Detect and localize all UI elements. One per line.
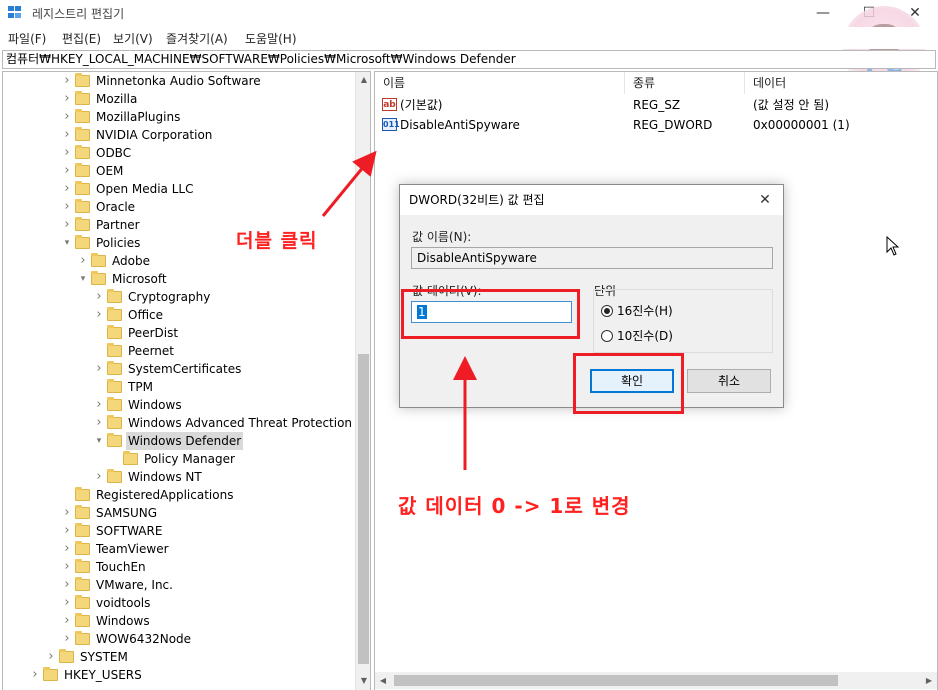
annotation-double-click: 더블 클릭 [236, 230, 318, 252]
mouse-cursor-icon [886, 236, 900, 256]
annotation-arrows [321, 150, 477, 470]
arrow-to-value-icon [321, 150, 377, 217]
annotation-change-value: 값 데이터 0 -> 1로 변경 [398, 494, 631, 518]
